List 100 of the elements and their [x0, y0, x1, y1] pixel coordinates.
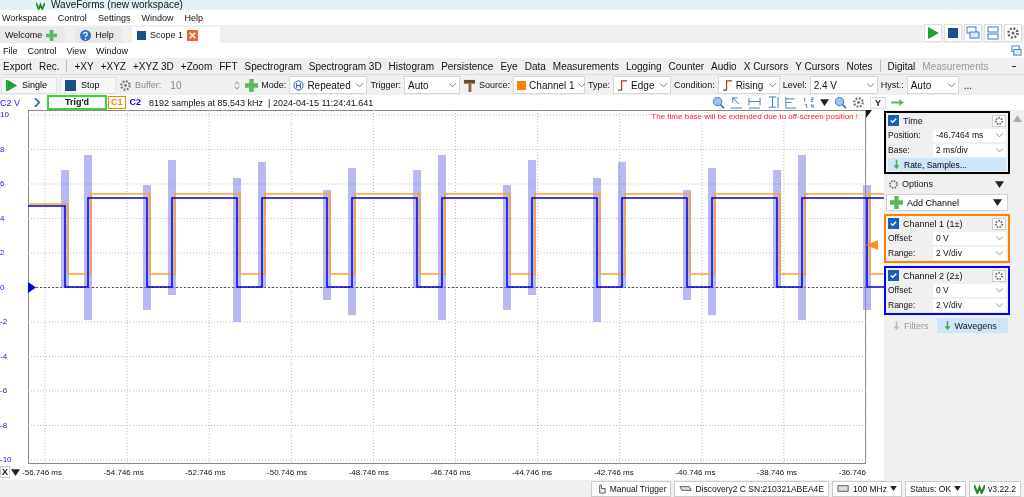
tab[interactable]: Help	[75, 27, 122, 43]
vertical-span-icon[interactable]	[766, 96, 779, 109]
dropdown[interactable]: 2 V/div	[933, 298, 1006, 312]
hammer-icon[interactable]	[463, 78, 477, 92]
checkbox[interactable]	[888, 270, 899, 281]
toolbar-item[interactable]: FFT	[219, 60, 238, 72]
status-item[interactable]: Status: OK	[905, 480, 967, 497]
toolbar-item[interactable]: Eye	[500, 60, 518, 72]
toolbar-item[interactable]: Data	[524, 60, 546, 72]
tab[interactable]: Scope 1	[131, 27, 220, 43]
scrollbar[interactable]	[1010, 110, 1024, 480]
menu-item[interactable]: Window	[141, 12, 174, 23]
field-label: Type:	[588, 80, 611, 90]
dropdown[interactable]: Auto	[906, 76, 959, 94]
zoom-icon[interactable]	[834, 96, 847, 109]
toolbar-item[interactable]: +XYZ	[100, 60, 126, 72]
toolbar-item[interactable]: Measurements	[552, 60, 619, 72]
tab[interactable]: Welcome	[0, 27, 66, 43]
menu-item[interactable]: Settings	[97, 12, 131, 23]
field-label: Source:	[479, 80, 511, 90]
settings-icon[interactable]	[992, 114, 1006, 127]
options-menu[interactable]: Options	[902, 179, 934, 189]
zoom-icon[interactable]	[712, 96, 725, 109]
close-icon[interactable]	[186, 29, 198, 41]
dropdown[interactable]: Edge	[613, 76, 672, 94]
menu-item[interactable]: View	[66, 45, 86, 56]
horizontal-span-icon[interactable]	[748, 96, 761, 109]
status-item[interactable]: Discovery2 C SN:210321ABEA4E	[674, 480, 829, 497]
settings-icon[interactable]	[992, 269, 1006, 282]
chevron-icon	[356, 82, 364, 88]
windows-icon[interactable]	[1011, 45, 1022, 56]
toolbar-item[interactable]: +XY	[74, 60, 94, 72]
toolbar-item[interactable]: Spectrogram	[244, 60, 302, 72]
dropdown[interactable]: 2 V/div	[933, 246, 1006, 260]
caret-icon[interactable]	[11, 467, 20, 477]
offset-marker[interactable]	[28, 282, 36, 293]
cursor-icon[interactable]	[730, 96, 743, 109]
menu-item[interactable]: Control	[27, 45, 57, 56]
window-title: WaveForms (new workspace)	[51, 0, 183, 10]
single-button[interactable]: Single	[1, 76, 57, 94]
dropdown[interactable]: Channel 1	[513, 76, 586, 94]
menu-item[interactable]: Help	[184, 12, 203, 23]
caret-icon[interactable]	[820, 98, 829, 107]
add-channel-button[interactable]: Add Channel	[886, 194, 1008, 211]
plus-icon[interactable]	[245, 78, 259, 92]
arrow-icon[interactable]	[891, 98, 904, 107]
settings-icon[interactable]	[992, 217, 1006, 230]
dropdown[interactable]: 2.4 V	[809, 76, 878, 94]
align-icon[interactable]	[784, 96, 797, 109]
dropdown[interactable]: Auto	[404, 76, 461, 94]
time-base-warning: The time base will be extended due to off-screen position !	[651, 112, 858, 121]
toolbar-item[interactable]: +XYZ 3D	[132, 60, 174, 72]
toolbar-item[interactable]: Counter	[668, 60, 705, 72]
x-axis-button[interactable]: X	[0, 466, 10, 478]
toolbar-item[interactable]: Audio	[711, 60, 737, 72]
status-item[interactable]: v3.22.2	[969, 480, 1021, 497]
stop-button[interactable]: Stop	[60, 76, 116, 94]
help-icon	[80, 29, 92, 41]
menu-item[interactable]: Control	[57, 12, 87, 23]
checkbox[interactable]	[888, 115, 899, 126]
toolbar-item[interactable]: Spectrogram 3D	[308, 60, 382, 72]
checkbox[interactable]	[888, 218, 899, 229]
stop-icon[interactable]	[944, 24, 962, 42]
toolbar-item[interactable]: Notes	[846, 60, 873, 72]
status-item[interactable]: Manual Trigger	[590, 480, 672, 497]
rate-samples-button[interactable]: Rate, Samples...	[888, 158, 1006, 171]
dropdown[interactable]: 0 V	[933, 283, 1006, 297]
toolbar-item[interactable]: Digital	[887, 60, 916, 72]
numbers-icon[interactable]	[802, 96, 815, 109]
dropdown[interactable]: 2 ms/div	[933, 143, 1006, 157]
more-button[interactable]: ...	[963, 79, 973, 91]
toolbar-item[interactable]: Persistence	[441, 60, 494, 72]
menu-item[interactable]: Workspace	[2, 12, 47, 23]
dropdown[interactable]: Repeated	[289, 76, 368, 94]
rising-edge-icon	[721, 79, 733, 91]
toolbar-item[interactable]: Histogram	[388, 60, 435, 72]
toolbar-item[interactable]: +Zoom	[180, 60, 213, 72]
channel-tag[interactable]: C2	[126, 96, 145, 109]
toolbar-item[interactable]: X Cursors	[743, 60, 789, 72]
chevron-icon[interactable]	[33, 98, 42, 107]
chevron-icon	[996, 235, 1003, 241]
trigger-level-marker[interactable]	[866, 240, 878, 250]
panel-tab[interactable]: Wavegens	[936, 318, 1008, 333]
dropdown[interactable]: 0 V	[933, 231, 1006, 245]
menu-item[interactable]: Window	[95, 45, 128, 56]
run-icon[interactable]	[924, 24, 942, 42]
settings-icon[interactable]	[119, 78, 132, 92]
y-axis-button[interactable]: Y	[870, 96, 886, 109]
split-icon[interactable]	[984, 24, 1002, 42]
toolbar-item[interactable]: Rec.	[38, 60, 60, 72]
toolbar-item[interactable]: Export	[3, 60, 32, 72]
dropdown[interactable]: -46.7464 ms	[933, 128, 1006, 142]
toolbar-item[interactable]: Logging	[625, 60, 662, 72]
field-label: Trigger:	[370, 80, 402, 90]
dropdown[interactable]: Rising	[717, 76, 780, 94]
chevron-icon	[996, 302, 1003, 308]
toolbar-item[interactable]: Y Cursors	[795, 60, 840, 72]
status-item[interactable]: 100 MHz	[832, 480, 902, 497]
menu-item[interactable]: File	[3, 45, 18, 56]
settings-icon[interactable]	[852, 96, 865, 109]
